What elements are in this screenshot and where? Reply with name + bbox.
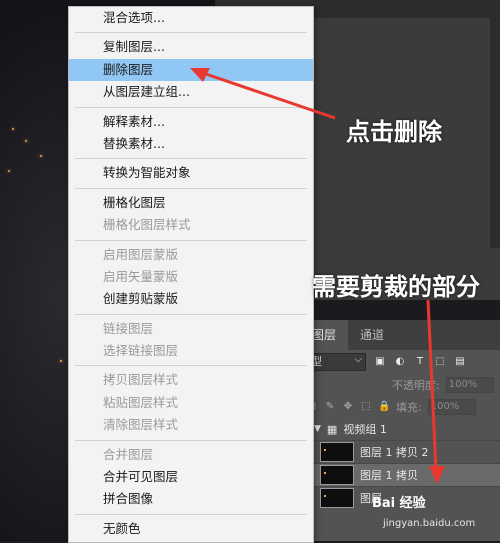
arrow-to-layer xyxy=(426,299,445,484)
watermark-url: jingyan.baidu.com xyxy=(383,518,476,529)
arrow-to-delete xyxy=(190,68,336,120)
watermark-brand: Bai 经验 xyxy=(372,496,426,511)
annotation-arrows xyxy=(190,68,445,484)
